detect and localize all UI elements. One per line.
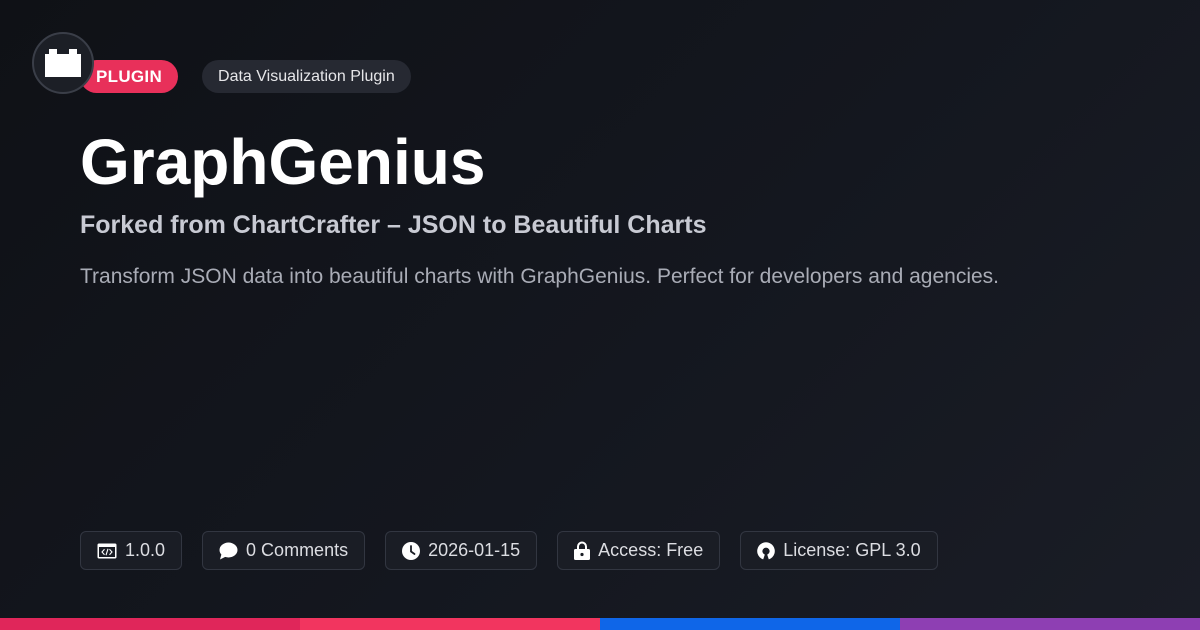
date-text: 2026-01-15 xyxy=(428,540,521,560)
type-badge: PLUGIN xyxy=(80,60,179,93)
license-chip: License: GPL 3.0 xyxy=(740,531,938,570)
access-text: Access: Free xyxy=(598,540,704,560)
clock-icon xyxy=(402,541,421,560)
lock-icon xyxy=(574,541,591,560)
license-text: License: GPL 3.0 xyxy=(783,540,921,560)
site-logo xyxy=(32,32,94,94)
accent-color-bar xyxy=(0,618,1200,630)
color-segment xyxy=(600,618,900,630)
open-source-icon xyxy=(757,541,776,559)
page-subtitle: Forked from ChartCrafter – JSON to Beaut… xyxy=(80,211,707,239)
badge-row: PLUGIN Data Visualization Plugin xyxy=(80,60,411,93)
version-chip: 1.0.0 xyxy=(80,531,183,570)
page-description: Transform JSON data into beautiful chart… xyxy=(80,265,1000,288)
meta-row: 1.0.0 0 Comments 2026-01-15 Access: Free… xyxy=(80,531,938,570)
access-chip: Access: Free xyxy=(557,531,721,570)
color-segment xyxy=(0,618,300,630)
category-badge[interactable]: Data Visualization Plugin xyxy=(202,60,411,93)
code-window-icon xyxy=(97,543,117,558)
comments-text: 0 Comments xyxy=(246,540,349,560)
comments-chip[interactable]: 0 Comments xyxy=(202,531,366,570)
version-text: 1.0.0 xyxy=(125,540,166,560)
speech-bubble-icon xyxy=(219,542,238,559)
date-chip: 2026-01-15 xyxy=(385,531,538,570)
plugin-block-icon xyxy=(45,49,81,77)
page-title: GraphGenius xyxy=(80,126,486,198)
color-segment xyxy=(300,618,600,630)
color-segment xyxy=(900,618,1200,630)
